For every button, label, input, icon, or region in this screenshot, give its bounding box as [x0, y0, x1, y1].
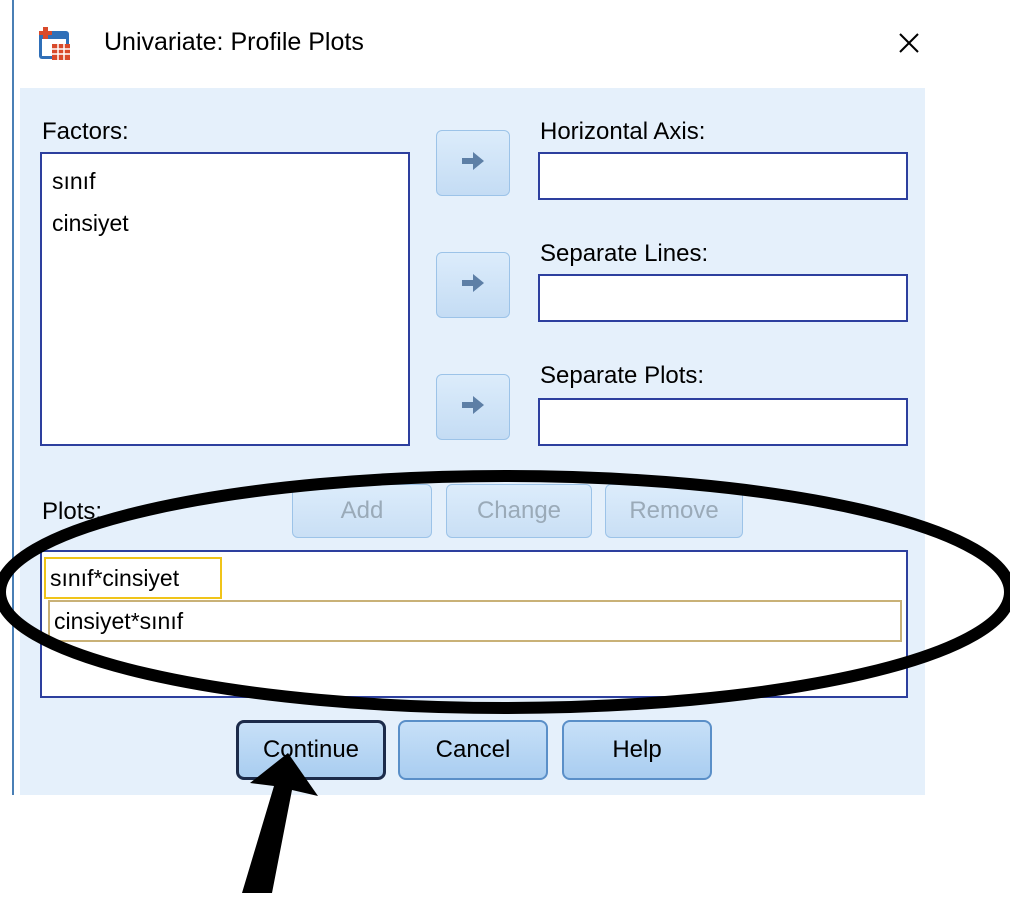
factors-label: Factors:	[42, 118, 129, 145]
separate-lines-field[interactable]	[538, 274, 908, 322]
arrow-right-icon	[460, 394, 486, 421]
spss-chart-icon	[36, 27, 74, 63]
plots-list[interactable]: sınıf*cinsiyet cinsiyet*sınıf	[40, 550, 908, 698]
factor-item[interactable]: cinsiyet	[52, 210, 129, 237]
move-to-separate-plots-button[interactable]	[436, 374, 510, 440]
change-button[interactable]: Change	[446, 484, 592, 538]
arrow-right-icon	[460, 150, 486, 177]
profile-plots-dialog: Univariate: Profile Plots Factors: sınıf…	[0, 0, 925, 795]
horizontal-axis-label: Horizontal Axis:	[540, 118, 706, 145]
close-icon	[897, 31, 921, 60]
plot-item-selected[interactable]: sınıf*cinsiyet	[44, 557, 222, 599]
plots-label: Plots:	[42, 498, 103, 525]
remove-button[interactable]: Remove	[605, 484, 743, 538]
separate-plots-field[interactable]	[538, 398, 908, 446]
cancel-button[interactable]: Cancel	[398, 720, 548, 780]
factor-item[interactable]: sınıf	[52, 168, 95, 195]
factors-list[interactable]: sınıf cinsiyet	[40, 152, 410, 446]
close-button[interactable]	[884, 20, 934, 70]
window-title: Univariate: Profile Plots	[104, 28, 364, 56]
add-button[interactable]: Add	[292, 484, 432, 538]
move-to-separate-lines-button[interactable]	[436, 252, 510, 318]
continue-button[interactable]: Continue	[236, 720, 386, 780]
separate-lines-label: Separate Lines:	[540, 240, 709, 267]
plot-item[interactable]: cinsiyet*sınıf	[48, 600, 902, 642]
title-bar[interactable]: Univariate: Profile Plots	[14, 0, 925, 88]
horizontal-axis-field[interactable]	[538, 152, 908, 200]
window-edge	[12, 0, 14, 795]
help-button[interactable]: Help	[562, 720, 712, 780]
separate-plots-label: Separate Plots:	[540, 362, 705, 389]
move-to-horizontal-axis-button[interactable]	[436, 130, 510, 196]
arrow-right-icon	[460, 272, 486, 299]
